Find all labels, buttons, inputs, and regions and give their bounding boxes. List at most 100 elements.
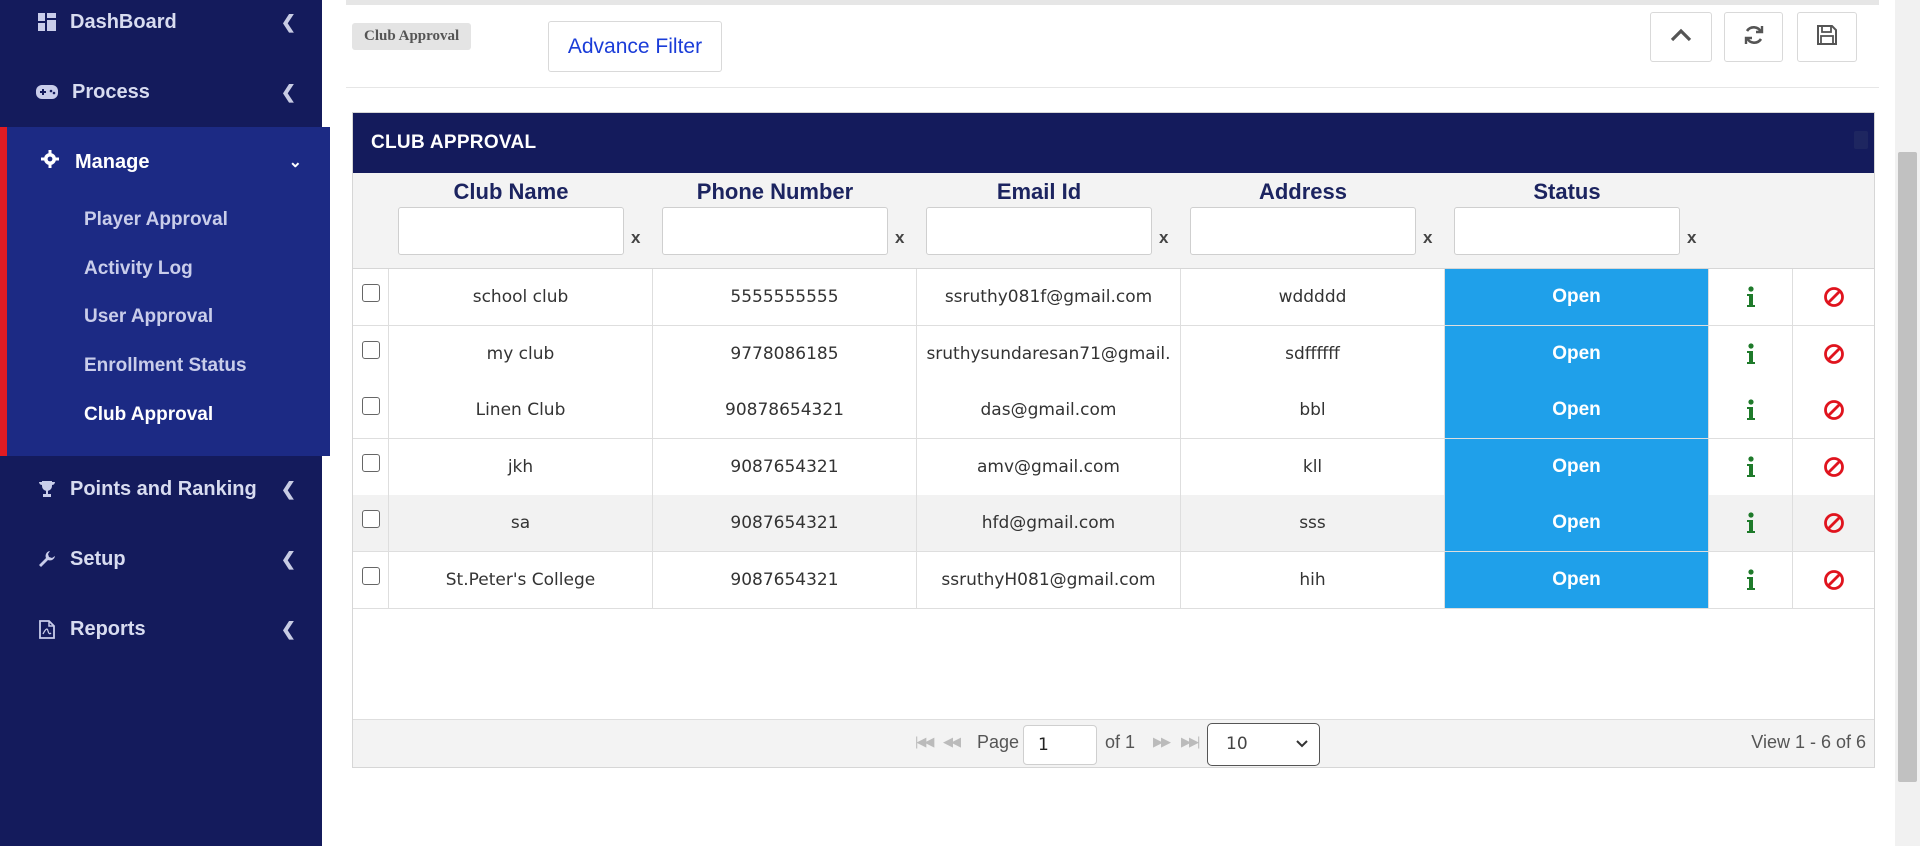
sidebar-item-dashboard[interactable]: DashBoard ❮ xyxy=(0,0,322,57)
row-checkbox[interactable] xyxy=(362,453,380,472)
email-id-filter-input[interactable] xyxy=(926,207,1152,255)
phone-number-cell: 9087654321 xyxy=(653,495,917,551)
sidebar-subitem-enrollment-status[interactable]: Enrollment Status xyxy=(84,355,247,377)
row-checkbox[interactable] xyxy=(362,284,380,302)
row-select-cell xyxy=(353,438,389,495)
sidebar-item-points-and-ranking[interactable]: Points and Ranking ❮ xyxy=(0,454,322,524)
club-name-filter-input[interactable] xyxy=(398,207,624,255)
page-scrollbar-thumb[interactable] xyxy=(1898,152,1917,782)
status-cell[interactable]: Open xyxy=(1445,325,1709,382)
clear-address-filter[interactable]: x xyxy=(1423,228,1432,248)
first-page-icon[interactable]: |◀◀ xyxy=(915,734,934,750)
email-id-cell: amv@gmail.com xyxy=(917,438,1181,495)
address-cell: hih xyxy=(1181,551,1445,608)
clear-status-filter[interactable]: x xyxy=(1687,228,1696,248)
next-page-icon[interactable]: ▶▶ xyxy=(1153,734,1171,750)
address-filter-input[interactable] xyxy=(1190,207,1416,255)
row-checkbox[interactable] xyxy=(362,340,380,359)
save-button[interactable] xyxy=(1797,12,1857,62)
last-page-icon[interactable]: ▶▶| xyxy=(1181,734,1200,750)
grid-title: CLUB APPROVAL xyxy=(371,132,537,153)
sidebar-item-label: Reports xyxy=(70,617,146,640)
club-name-cell: St.Peter's College xyxy=(389,551,653,608)
chevron-down-icon: ⌄ xyxy=(288,154,302,171)
table-row[interactable]: Linen Club 90878654321 das@gmail.com bbl Ope… xyxy=(353,382,1874,439)
club-name-cell: sa xyxy=(389,495,653,551)
trophy-icon xyxy=(36,478,58,500)
manage-section: Manage ⌄ Player Approval Activity Log Us… xyxy=(0,127,330,456)
column-header-club-name[interactable]: Club Name xyxy=(398,179,624,205)
club-name-cell: my club xyxy=(389,325,653,382)
refresh-icon xyxy=(1743,24,1765,51)
rows-per-page-select[interactable]: 10 xyxy=(1207,723,1320,766)
sidebar-subitem-club-approval[interactable]: Club Approval xyxy=(84,404,213,426)
sidebar-item-process[interactable]: Process ❮ xyxy=(0,57,322,127)
block-icon[interactable] xyxy=(1793,439,1874,495)
chevron-up-icon xyxy=(1670,28,1692,47)
column-header-email-id[interactable]: Email Id xyxy=(926,179,1152,205)
column-header-address[interactable]: Address xyxy=(1190,179,1416,205)
block-icon[interactable] xyxy=(1793,326,1874,382)
phone-number-cell: 9778086185 xyxy=(653,325,917,382)
advance-filter-button[interactable]: Advance Filter xyxy=(548,21,722,72)
status-cell[interactable]: Open xyxy=(1445,269,1709,325)
refresh-button[interactable] xyxy=(1724,12,1783,62)
status-cell[interactable]: Open xyxy=(1445,551,1709,608)
info-icon[interactable] xyxy=(1709,495,1793,551)
chevron-down-icon xyxy=(1295,724,1309,765)
sidebar-subitem-player-approval[interactable]: Player Approval xyxy=(84,209,228,231)
table-row[interactable]: jkh 9087654321 amv@gmail.com kll Open xyxy=(353,438,1874,496)
prev-page-icon[interactable]: ◀◀ xyxy=(943,734,961,750)
sidebar-subitem-user-approval[interactable]: User Approval xyxy=(84,306,213,328)
pager: |◀◀ ◀◀ Page 1 of 1 ▶▶ ▶▶| 10 View 1 - 6 … xyxy=(353,719,1874,767)
row-select-cell xyxy=(353,495,389,551)
table-row[interactable]: my club 9778086185 sruthysundaresan71@gmai… xyxy=(353,325,1874,383)
block-icon[interactable] xyxy=(1793,495,1874,551)
row-checkbox[interactable] xyxy=(362,566,380,585)
info-icon[interactable] xyxy=(1709,382,1793,438)
block-icon[interactable] xyxy=(1793,382,1874,438)
info-icon[interactable] xyxy=(1709,269,1793,325)
breadcrumb: Club Approval xyxy=(352,23,472,50)
club-name-cell: school club xyxy=(389,269,653,325)
status-filter-input[interactable] xyxy=(1454,207,1680,255)
chevron-left-icon: ❮ xyxy=(280,478,296,499)
block-icon[interactable] xyxy=(1793,269,1874,325)
phone-number-cell: 9087654321 xyxy=(653,551,917,608)
sidebar-item-reports[interactable]: Reports ❮ xyxy=(0,594,322,664)
status-cell[interactable]: Open xyxy=(1445,382,1709,438)
page-number-input[interactable]: 1 xyxy=(1023,725,1097,765)
info-icon[interactable] xyxy=(1709,325,1793,382)
table-row[interactable]: sa 9087654321 hfd@gmail.com sss Open xyxy=(353,495,1874,552)
sidebar: DashBoard ❮ Process ❮ Manage ⌄ Player Ap… xyxy=(0,0,330,846)
sidebar-subitem-activity-log[interactable]: Activity Log xyxy=(84,258,193,280)
collapse-grid-icon[interactable] xyxy=(1854,131,1868,149)
status-cell[interactable]: Open xyxy=(1445,438,1709,495)
rows-per-page-value: 10 xyxy=(1226,734,1248,754)
row-select-cell xyxy=(353,325,389,382)
clear-email-id-filter[interactable]: x xyxy=(1159,228,1168,248)
info-icon[interactable] xyxy=(1709,551,1793,608)
clear-phone-number-filter[interactable]: x xyxy=(895,228,904,248)
table-row[interactable]: school club 5555555555 ssruthy081f@gmail.c… xyxy=(353,269,1874,326)
sidebar-item-manage[interactable]: Manage ⌄ xyxy=(7,127,330,197)
top-divider xyxy=(346,0,1879,5)
dashboard-icon xyxy=(36,11,58,33)
block-icon[interactable] xyxy=(1793,552,1874,608)
row-checkbox[interactable] xyxy=(362,397,380,415)
sidebar-item-label: DashBoard xyxy=(70,10,177,33)
table-row[interactable]: St.Peter's College 9087654321 ssruthyH081@… xyxy=(353,551,1874,609)
collapse-button[interactable] xyxy=(1650,12,1712,62)
phone-number-filter-input[interactable] xyxy=(662,207,888,255)
info-icon[interactable] xyxy=(1709,438,1793,495)
column-header-phone-number[interactable]: Phone Number xyxy=(662,179,888,205)
status-cell[interactable]: Open xyxy=(1445,495,1709,551)
row-checkbox[interactable] xyxy=(362,510,380,528)
row-select-cell xyxy=(353,269,389,325)
chevron-left-icon: ❮ xyxy=(280,81,296,102)
clear-club-name-filter[interactable]: x xyxy=(631,228,640,248)
column-header-status[interactable]: Status xyxy=(1454,179,1680,205)
email-id-cell: das@gmail.com xyxy=(917,382,1181,438)
sidebar-item-setup[interactable]: Setup ❮ xyxy=(0,524,322,594)
save-icon xyxy=(1816,24,1838,51)
